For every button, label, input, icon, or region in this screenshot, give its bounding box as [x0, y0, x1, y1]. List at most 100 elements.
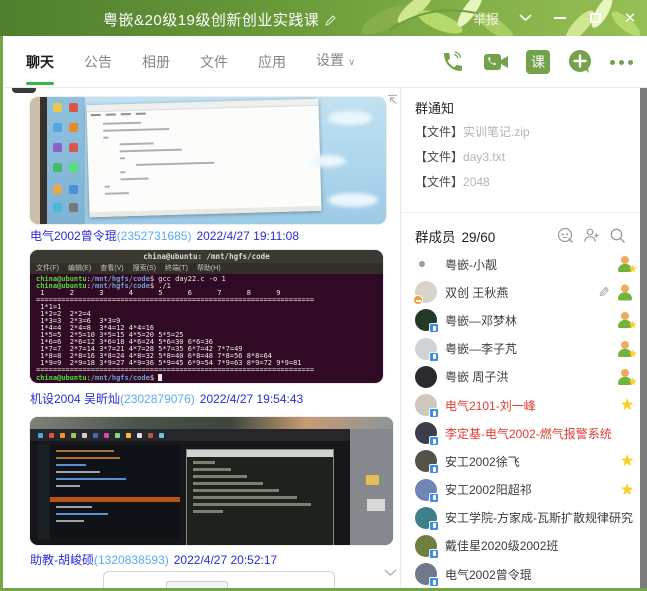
message-sender-line: 机设2004 吴昕灿23028790762022/4/27 19:54:43	[30, 390, 303, 407]
members-count: 29/60	[462, 230, 496, 245]
member-name: 双创 王秋燕	[445, 284, 508, 301]
member-row[interactable]: 李定基-电气2002-燃气报警系统	[415, 419, 638, 447]
sender-name[interactable]: 机设2004 吴昕灿	[30, 392, 120, 406]
message-image-terminal[interactable]: china@ubuntu: /mnt/hgfs/code 文件(F)编辑(E)查…	[30, 250, 383, 383]
sender-qq: 2352731685	[117, 229, 192, 243]
report-button[interactable]: 举报	[473, 9, 499, 28]
group-sidebar: 群通知 【文件】实训笔记.zip【文件】day3.txt【文件】2048 群成员…	[401, 88, 640, 588]
terminal-title: china@ubuntu: /mnt/hgfs/code	[30, 250, 383, 263]
invite-member-icon[interactable]	[583, 227, 600, 244]
photo-code-window	[86, 99, 321, 217]
member-avatar	[415, 450, 437, 472]
sender-time: 2022/4/27 19:11:08	[196, 229, 299, 243]
member-name: 粤嵌-小靓	[445, 256, 497, 273]
search-member-icon[interactable]	[609, 227, 626, 244]
skin-chevron-icon[interactable]	[516, 9, 534, 27]
member-name: 李定基-电气2002-燃气报警系统	[445, 425, 612, 442]
member-avatar	[415, 507, 437, 529]
video-call-icon[interactable]	[483, 49, 509, 75]
member-row[interactable]: 电气2002曾令琨	[415, 560, 638, 588]
message-image-photo-desktop[interactable]	[30, 97, 386, 224]
collapse-sidebar-icon[interactable]	[387, 92, 398, 110]
message-sender-line: 电气2002曾令琨2352731685 2022/4/27 19:11:08	[30, 227, 299, 244]
tab-2[interactable]: 相册	[127, 36, 185, 88]
member-row[interactable]: 粤嵌—李子芃★	[415, 335, 638, 363]
message-image-photo-ide[interactable]	[30, 417, 393, 545]
member-star-badge-icon: ★	[621, 398, 634, 413]
sender-qq: 2302879076	[120, 392, 195, 406]
member-row[interactable]: 双创 王秋燕✎	[415, 278, 638, 306]
mobile-online-icon	[429, 408, 439, 418]
member-name: 安工学院-方家成-瓦斯扩散规律研究	[445, 509, 633, 526]
tab-3[interactable]: 文件	[185, 36, 243, 88]
partial-message-bubble[interactable]	[103, 571, 335, 588]
photo-monitor-screen	[30, 429, 350, 545]
member-avatar	[415, 338, 437, 360]
member-row[interactable]: 戴佳星2020级2002班	[415, 532, 638, 560]
member-row[interactable]: 粤嵌-小靓 ★	[415, 250, 638, 278]
photo-desk-right	[350, 429, 393, 545]
notice-item[interactable]: 【文件】实训笔记.zip	[415, 120, 630, 145]
member-avatar	[415, 535, 437, 557]
qq-group-chat-window: 粤嵌&20级19级创新创业实践课 举报 ✕ 聊天公告相册文件应用设置∨ 课	[0, 0, 647, 591]
titlebar[interactable]: 粤嵌&20级19级创新创业实践课 举报 ✕	[0, 0, 647, 36]
chat-history-panel: 电气2002曾令琨2352731685 2022/4/27 19:11:08 ch…	[3, 88, 400, 588]
member-name: 粤嵌—邓梦林	[445, 312, 517, 329]
tab-list: 聊天公告相册文件应用设置∨	[3, 36, 370, 88]
minimize-button[interactable]	[551, 9, 569, 27]
member-avatar	[415, 281, 437, 303]
photo-monitor-bezel	[40, 97, 47, 224]
more-options-icon[interactable]	[610, 60, 633, 65]
member-name: 安工2002徐飞	[445, 453, 520, 470]
group-notice-title: 群通知	[415, 98, 454, 117]
notice-item[interactable]: 【文件】2048	[415, 170, 630, 195]
mobile-online-icon	[429, 493, 439, 503]
tab-4[interactable]: 应用	[243, 36, 301, 88]
sender-name[interactable]: 助教-胡峻硕	[30, 553, 94, 567]
edit-title-icon[interactable]	[325, 13, 336, 30]
member-name: 电气2101-刘一峰	[445, 397, 536, 414]
message-sender-line: 助教-胡峻硕13208385932022/4/27 20:52:17	[30, 551, 277, 568]
member-row[interactable]: 粤嵌 周子洪★	[415, 363, 638, 391]
member-avatar	[415, 563, 437, 585]
notice-item[interactable]: 【文件】day3.txt	[415, 145, 630, 170]
mobile-online-icon	[429, 323, 439, 333]
previous-image-edge	[12, 88, 36, 93]
mobile-online-icon	[429, 352, 439, 362]
member-admin-badge-icon: ★	[617, 256, 634, 272]
member-row[interactable]: 安工2002阳超祁★	[415, 476, 638, 504]
sender-qq: 1320838593	[94, 553, 169, 567]
member-avatar	[415, 253, 437, 275]
close-button[interactable]: ✕	[621, 9, 639, 27]
tab-caret-icon: ∨	[348, 57, 355, 68]
member-avatar	[415, 422, 437, 444]
member-row[interactable]: 粤嵌—邓梦林 ★	[415, 306, 638, 334]
mobile-online-icon	[429, 521, 439, 531]
mobile-online-icon	[429, 436, 439, 446]
tab-0[interactable]: 聊天	[11, 36, 69, 88]
member-row[interactable]: 电气2101-刘一峰 ★	[415, 391, 638, 419]
member-admin-badge-icon: ★	[617, 312, 634, 328]
photo-wall	[30, 97, 40, 224]
mobile-online-icon	[429, 549, 439, 559]
voice-call-icon[interactable]	[440, 49, 466, 75]
member-row[interactable]: 安工2002徐飞★	[415, 447, 638, 475]
anonymous-chat-icon[interactable]	[557, 227, 574, 244]
sender-name[interactable]: 电气2002曾令琨	[30, 229, 117, 243]
member-name: 戴佳星2020级2002班	[445, 537, 558, 554]
member-row[interactable]: 安工学院-方家成-瓦斯扩散规律研究	[415, 504, 638, 532]
course-app-icon[interactable]: 课	[526, 50, 550, 74]
add-icon[interactable]	[567, 49, 593, 75]
maximize-button[interactable]	[586, 9, 604, 27]
scroll-down-icon[interactable]	[384, 564, 397, 582]
members-title: 群成员	[415, 230, 456, 245]
member-list: 粤嵌-小靓★双创 王秋燕✎粤嵌—邓梦林★粤嵌—李子芃★粤嵌 周子洪★电气2101…	[415, 250, 638, 588]
tab-1[interactable]: 公告	[69, 36, 127, 88]
tabbar: 聊天公告相册文件应用设置∨ 课	[3, 36, 647, 88]
member-avatar	[415, 366, 437, 388]
tab-5[interactable]: 设置∨	[301, 34, 370, 89]
member-avatar	[415, 394, 437, 416]
mobile-online-icon	[429, 577, 439, 587]
member-name: 安工2002阳超祁	[445, 481, 532, 498]
sidebar-scrollbar[interactable]	[640, 88, 647, 588]
